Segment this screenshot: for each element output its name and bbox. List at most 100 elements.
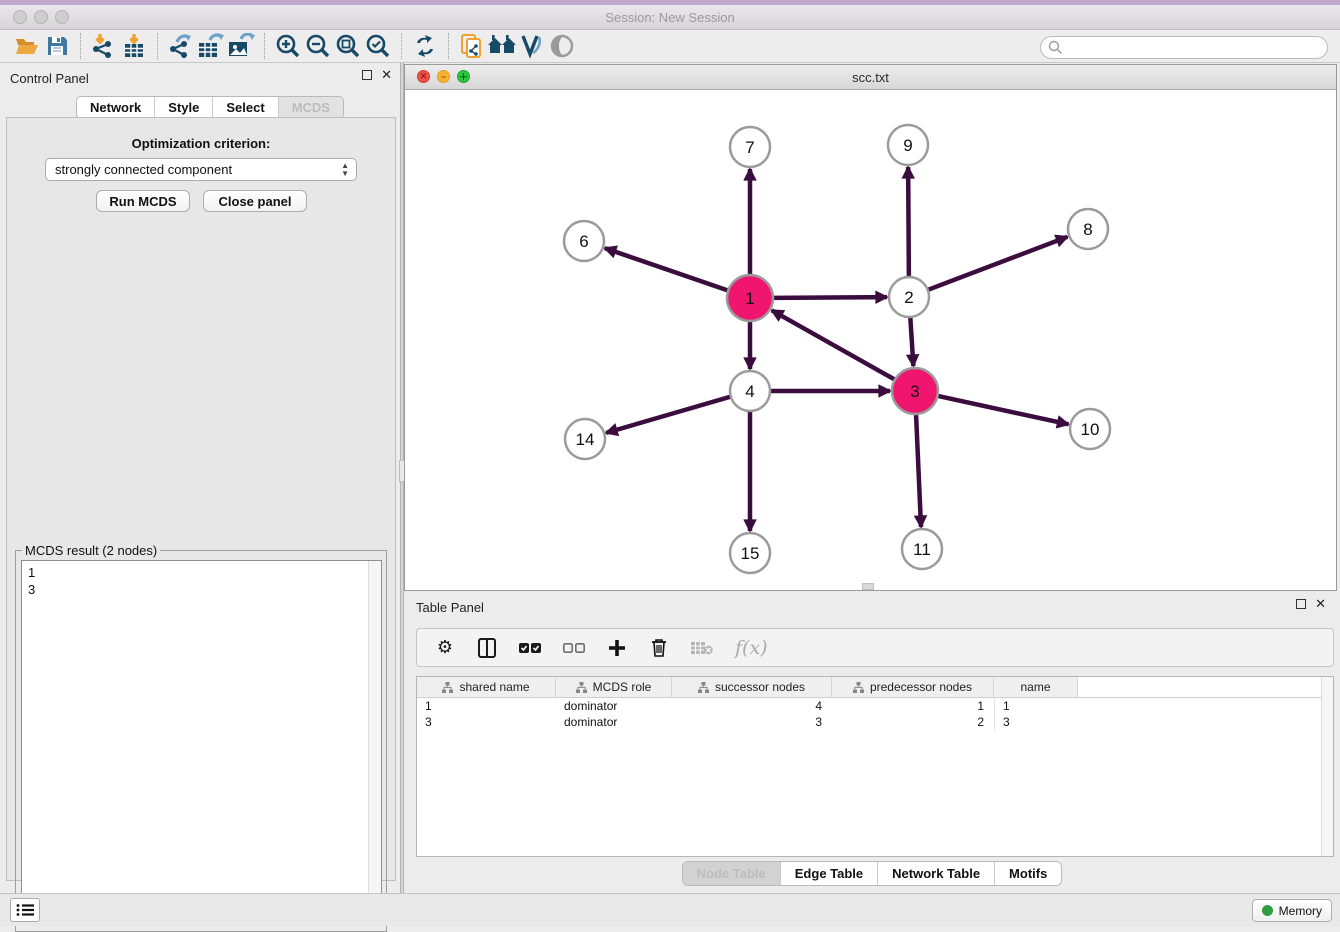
run-mcds-button[interactable]: Run MCDS — [96, 190, 190, 212]
new-network-from-file-icon[interactable] — [457, 32, 487, 60]
graph-node-label: 14 — [576, 430, 595, 449]
zoom-selected-icon[interactable] — [363, 32, 393, 60]
mcds-result-textarea[interactable]: 1 3 — [21, 560, 382, 925]
column-view-icon[interactable] — [477, 636, 497, 660]
float-panel-icon[interactable] — [362, 70, 372, 80]
close-table-panel-icon[interactable]: ✕ — [1315, 599, 1326, 609]
graph-edge-2-9[interactable] — [908, 167, 909, 276]
graph-edge-3-11[interactable] — [916, 415, 921, 527]
graph-node-label: 9 — [903, 136, 912, 155]
apply-layout-icon[interactable] — [410, 32, 440, 60]
cell-mcds-role[interactable]: dominator — [556, 698, 672, 714]
memory-button[interactable]: Memory — [1252, 899, 1332, 922]
header-filler — [1078, 677, 1333, 698]
optimization-criterion-select[interactable]: strongly connected component ▲▼ — [45, 158, 357, 181]
cell-predecessor-nodes[interactable]: 2 — [832, 714, 994, 730]
delete-table-icon — [691, 636, 713, 660]
table-row[interactable]: 3 dominator 3 2 3 — [417, 714, 1333, 730]
bird-eye-view-icon[interactable] — [547, 32, 577, 60]
close-panel-button[interactable]: Close panel — [203, 190, 307, 212]
deselect-all-columns-icon[interactable] — [563, 636, 585, 660]
tab-motifs[interactable]: Motifs — [995, 862, 1061, 885]
table-row[interactable]: 1 dominator 4 1 1 — [417, 698, 1333, 714]
import-table-icon[interactable] — [119, 32, 149, 60]
home-icon[interactable] — [487, 32, 517, 60]
zoom-out-icon[interactable] — [303, 32, 333, 60]
table-settings-gear-icon[interactable]: ⚙ — [435, 636, 455, 660]
search-input[interactable] — [1063, 39, 1327, 57]
cell-name[interactable]: 3 — [994, 714, 1078, 730]
tab-network-table[interactable]: Network Table — [878, 862, 995, 885]
tab-network[interactable]: Network — [77, 97, 155, 118]
node-table: shared name MCDS role successor nodes pr… — [416, 676, 1334, 857]
toolbar-separator — [80, 33, 81, 59]
optimization-criterion-label: Optimization criterion: — [7, 136, 395, 151]
cell-name[interactable]: 1 — [994, 698, 1078, 714]
zoom-fit-icon[interactable] — [333, 32, 363, 60]
save-session-icon[interactable] — [42, 32, 72, 60]
search-field[interactable] — [1040, 36, 1328, 59]
cell-successor-nodes[interactable]: 4 — [672, 698, 832, 714]
graph-edge-3-10[interactable] — [938, 396, 1068, 424]
column-header-predecessor-nodes[interactable]: predecessor nodes — [832, 677, 994, 698]
tab-mcds[interactable]: MCDS — [279, 97, 343, 118]
tab-node-table[interactable]: Node Table — [683, 862, 781, 885]
status-bar: Memory — [0, 893, 1340, 926]
mcds-panel-body: Optimization criterion: strongly connect… — [6, 117, 396, 881]
search-icon — [1048, 40, 1063, 55]
table-scrollbar[interactable] — [1321, 677, 1333, 856]
column-type-icon — [853, 682, 864, 693]
export-image-icon[interactable] — [226, 32, 256, 60]
result-scrollbar[interactable] — [368, 561, 381, 924]
import-network-icon[interactable] — [89, 32, 119, 60]
graph-node-label: 4 — [745, 382, 754, 401]
open-session-icon[interactable] — [12, 32, 42, 60]
graph-edge-1-6[interactable] — [605, 248, 727, 290]
table-panel: Table Panel ✕ ⚙ f(x) — [404, 595, 1340, 891]
cell-successor-nodes[interactable]: 3 — [672, 714, 832, 730]
table-toolbar: ⚙ f(x) — [416, 628, 1334, 667]
graph-edge-2-8[interactable] — [929, 237, 1068, 290]
create-column-plus-icon[interactable] — [607, 636, 627, 660]
network-graph-canvas[interactable]: 7968124314101511 — [405, 91, 1336, 591]
function-builder-icon: f(x) — [735, 636, 768, 660]
tab-edge-table[interactable]: Edge Table — [781, 862, 878, 885]
graph-edge-4-14[interactable] — [606, 397, 730, 433]
toolbar-separator — [401, 33, 402, 59]
network-resize-grip[interactable] — [862, 583, 874, 590]
zoom-in-icon[interactable] — [273, 32, 303, 60]
graph-edge-1-2[interactable] — [774, 297, 887, 298]
cell-filler — [1078, 714, 1333, 730]
cell-mcds-role[interactable]: dominator — [556, 714, 672, 730]
cell-shared-name[interactable]: 3 — [417, 714, 556, 730]
column-header-shared-name[interactable]: shared name — [417, 677, 556, 698]
export-network-icon[interactable] — [166, 32, 196, 60]
toolbar-separator — [264, 33, 265, 59]
column-header-mcds-role[interactable]: MCDS role — [556, 677, 672, 698]
delete-column-trash-icon[interactable] — [649, 636, 669, 660]
cell-shared-name[interactable]: 1 — [417, 698, 556, 714]
table-panel-title: Table Panel — [416, 600, 484, 615]
tab-select[interactable]: Select — [213, 97, 278, 118]
export-table-icon[interactable] — [196, 32, 226, 60]
select-stepper-icon: ▲▼ — [341, 162, 349, 178]
toolbar-separator — [157, 33, 158, 59]
graph-node-label: 1 — [745, 289, 754, 308]
select-all-columns-icon[interactable] — [519, 636, 541, 660]
column-header-successor-nodes[interactable]: successor nodes — [672, 677, 832, 698]
float-table-panel-icon[interactable] — [1296, 599, 1306, 609]
tab-style[interactable]: Style — [155, 97, 213, 118]
cell-filler — [1078, 698, 1333, 714]
column-header-name[interactable]: name — [994, 677, 1078, 698]
network-window-title: scc.txt — [405, 70, 1336, 85]
control-panel-tabs: Network Style Select MCDS — [76, 96, 344, 119]
hide-graphics-details-icon[interactable] — [517, 32, 547, 60]
close-panel-icon[interactable]: ✕ — [381, 70, 392, 80]
mcds-result-groupbox: MCDS result (2 nodes) 1 3 — [15, 550, 387, 932]
cell-predecessor-nodes[interactable]: 1 — [832, 698, 994, 714]
task-history-button[interactable] — [10, 898, 40, 922]
graph-node-label: 8 — [1083, 220, 1092, 239]
control-panel-title: Control Panel — [10, 71, 89, 86]
graph-edge-2-3[interactable] — [910, 318, 913, 366]
graph-edge-3-1[interactable] — [772, 310, 894, 379]
